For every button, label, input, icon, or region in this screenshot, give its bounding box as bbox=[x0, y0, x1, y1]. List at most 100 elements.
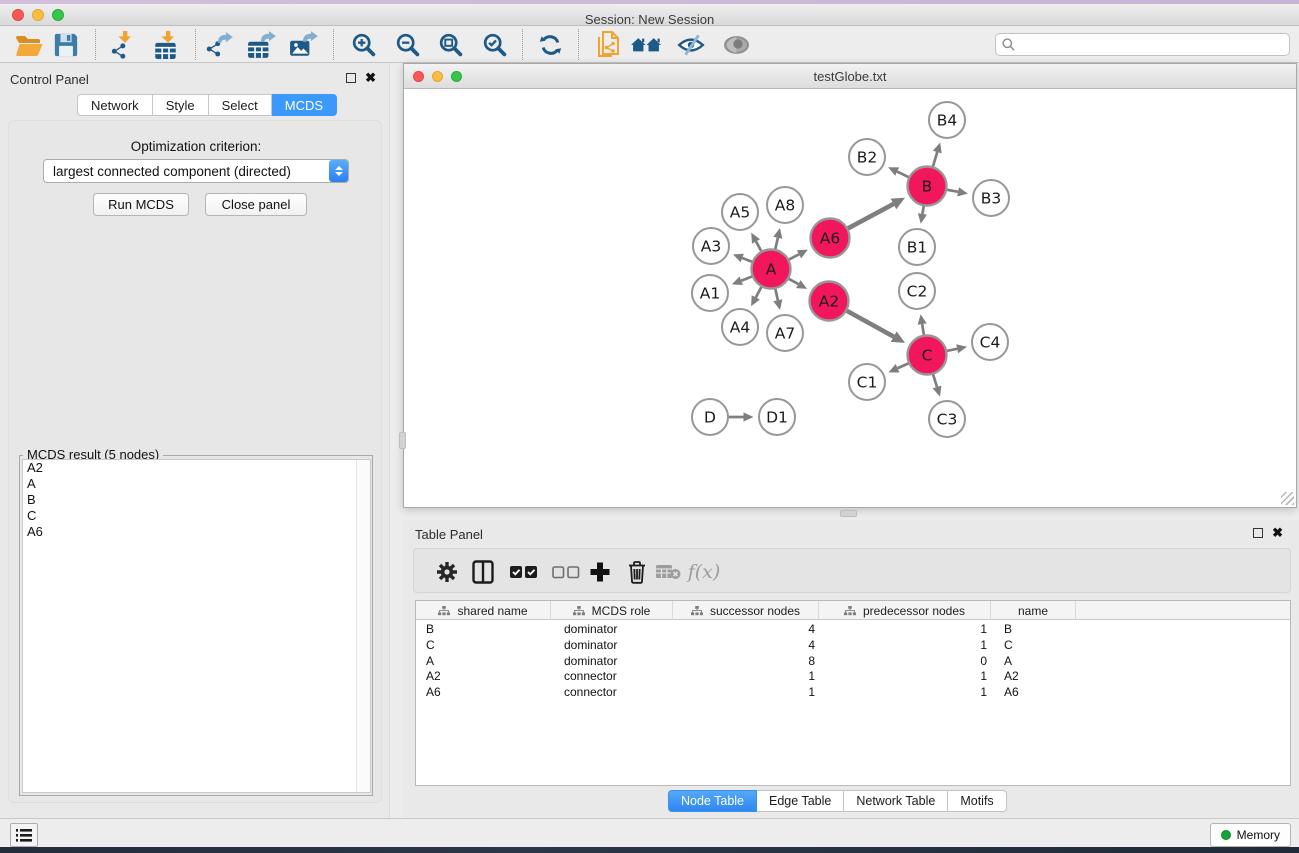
edge-A-A7[interactable] bbox=[775, 289, 778, 301]
network-graph-canvas[interactable]: B4B2BB3A8A5A6A3B1AC2A1A2A4A7C4CC1C3DD1 bbox=[404, 89, 1296, 507]
column-header-successor-nodes[interactable]: successor nodes bbox=[673, 601, 819, 620]
tab-motifs[interactable]: Motifs bbox=[948, 790, 1006, 812]
edge-A6-B[interactable] bbox=[848, 204, 894, 229]
deselect-all-icon[interactable] bbox=[551, 557, 581, 587]
edge-C-C3[interactable] bbox=[933, 374, 937, 387]
table-row[interactable]: Bdominator41B bbox=[416, 622, 1290, 638]
tab-node-table[interactable]: Node Table bbox=[668, 790, 757, 812]
toolbar-separator bbox=[195, 29, 196, 60]
run-mcds-button[interactable]: Run MCDS bbox=[93, 193, 189, 216]
result-item[interactable]: B bbox=[23, 492, 370, 508]
refresh-layout-icon[interactable] bbox=[535, 31, 565, 59]
result-item[interactable]: A bbox=[23, 476, 370, 492]
edge-C-C4[interactable] bbox=[947, 349, 958, 351]
edge-A-A6[interactable] bbox=[789, 254, 799, 259]
edge-A-A1[interactable] bbox=[741, 276, 752, 280]
save-session-icon[interactable] bbox=[51, 31, 81, 59]
column-header-MCDS-role[interactable]: MCDS role bbox=[551, 601, 673, 620]
zoom-in-icon[interactable] bbox=[349, 31, 379, 59]
edge-B-B2[interactable] bbox=[897, 172, 909, 178]
export-network-icon[interactable] bbox=[205, 31, 235, 59]
column-header-empty bbox=[1076, 601, 1290, 620]
column-header-predecessor-nodes[interactable]: predecessor nodes bbox=[819, 601, 991, 620]
tab-select[interactable]: Select bbox=[209, 94, 272, 116]
node-table[interactable]: shared name MCDS role successor nodes pr… bbox=[415, 600, 1291, 786]
hide-glasses-icon[interactable] bbox=[676, 31, 706, 59]
search-field[interactable] bbox=[995, 33, 1290, 56]
zoom-fit-icon[interactable] bbox=[436, 31, 466, 59]
task-history-button[interactable] bbox=[10, 823, 38, 847]
memory-button[interactable]: Memory bbox=[1210, 823, 1291, 847]
export-table-icon[interactable] bbox=[247, 31, 277, 59]
add-icon[interactable] bbox=[585, 557, 615, 587]
column-header-name[interactable]: name bbox=[991, 601, 1076, 620]
edge-B-B4[interactable] bbox=[933, 152, 937, 167]
float-panel-icon[interactable] bbox=[346, 73, 356, 83]
delete-icon[interactable] bbox=[622, 557, 652, 587]
float-table-panel-icon[interactable] bbox=[1253, 528, 1263, 538]
tab-edge-table[interactable]: Edge Table bbox=[757, 790, 844, 812]
edge-B-B1[interactable] bbox=[922, 206, 923, 214]
tab-style[interactable]: Style bbox=[153, 94, 209, 116]
table-panel-tabs: Node TableEdge TableNetwork TableMotifs bbox=[668, 790, 1007, 812]
show-eye-icon[interactable] bbox=[721, 31, 751, 59]
table-row[interactable]: A2connector11A2 bbox=[416, 669, 1290, 685]
mcds-tab-content: Optimization criterion: largest connecte… bbox=[8, 120, 382, 803]
import-table-icon[interactable] bbox=[151, 31, 181, 59]
column-header-shared-name[interactable]: shared name bbox=[416, 601, 551, 620]
edge-A-A8[interactable] bbox=[775, 238, 778, 250]
tab-network[interactable]: Network bbox=[77, 94, 153, 116]
edge-A-A5[interactable] bbox=[756, 241, 761, 251]
horizontal-divider-handle[interactable] bbox=[840, 510, 857, 517]
resize-grip-icon[interactable] bbox=[1281, 492, 1294, 505]
import-network-icon[interactable] bbox=[108, 31, 138, 59]
split-columns-icon[interactable] bbox=[468, 557, 498, 587]
app-titlebar[interactable]: Session: New Session bbox=[0, 4, 1299, 26]
cell-predecessor-nodes: 0 bbox=[819, 654, 991, 670]
result-item[interactable]: A6 bbox=[23, 524, 370, 540]
criterion-select[interactable]: largest connected component (directed) bbox=[43, 159, 349, 183]
vertical-divider-handle[interactable] bbox=[399, 432, 406, 449]
table-row[interactable]: A6connector11A6 bbox=[416, 685, 1290, 701]
result-item[interactable]: C bbox=[23, 508, 370, 524]
search-icon bbox=[1002, 38, 1015, 51]
optimization-criterion-label: Optimization criterion: bbox=[9, 139, 383, 154]
export-image-icon[interactable] bbox=[289, 31, 319, 59]
network-window-titlebar[interactable]: testGlobe.txt bbox=[404, 64, 1296, 89]
search-input[interactable] bbox=[1020, 38, 1289, 52]
close-table-panel-icon[interactable]: ✖ bbox=[1272, 527, 1283, 539]
close-panel-icon[interactable]: ✖ bbox=[365, 72, 376, 84]
zoom-selected-icon[interactable] bbox=[480, 31, 510, 59]
cell-name: A6 bbox=[991, 685, 1076, 701]
arrowhead-icon bbox=[773, 299, 782, 310]
node-label-A4: A4 bbox=[730, 319, 750, 337]
close-panel-button[interactable]: Close panel bbox=[205, 193, 307, 216]
edge-A2-C[interactable] bbox=[847, 311, 894, 337]
table-row[interactable]: Cdominator41C bbox=[416, 638, 1290, 654]
home-pair-icon[interactable] bbox=[631, 31, 661, 59]
edge-C-C1[interactable] bbox=[898, 363, 909, 368]
tab-mcds[interactable]: MCDS bbox=[272, 94, 337, 116]
cell-predecessor-nodes: 1 bbox=[819, 685, 991, 701]
table-row[interactable]: Adominator80A bbox=[416, 654, 1290, 670]
edge-A-A2[interactable] bbox=[789, 279, 799, 284]
select-all-icon[interactable] bbox=[509, 557, 539, 587]
node-label-A: A bbox=[766, 261, 777, 279]
sort-tree-icon bbox=[691, 606, 703, 616]
result-item[interactable]: A2 bbox=[23, 460, 370, 476]
mcds-result-list[interactable]: A2ABCA6 bbox=[22, 459, 371, 793]
network-view-window[interactable]: testGlobe.txt B4B2BB3A8A5A6A3B1AC2A1A2A4… bbox=[403, 63, 1297, 508]
main-toolbar bbox=[0, 26, 1299, 63]
open-session-icon[interactable] bbox=[14, 31, 44, 59]
mcds-result-group: MCDS result (5 nodes) A2ABCA6 bbox=[19, 455, 373, 796]
settings-gear-icon[interactable] bbox=[432, 557, 462, 587]
tab-network-table[interactable]: Network Table bbox=[844, 790, 948, 812]
network-document-icon[interactable] bbox=[594, 31, 624, 59]
edge-A-A3[interactable] bbox=[742, 258, 752, 262]
edge-A-A4[interactable] bbox=[756, 287, 762, 298]
cell-MCDS-role: dominator bbox=[551, 622, 673, 638]
result-scrollbar[interactable] bbox=[356, 460, 370, 792]
edge-C-C2[interactable] bbox=[922, 324, 924, 335]
zoom-out-icon[interactable] bbox=[393, 31, 423, 59]
edge-B-B3[interactable] bbox=[947, 190, 958, 192]
